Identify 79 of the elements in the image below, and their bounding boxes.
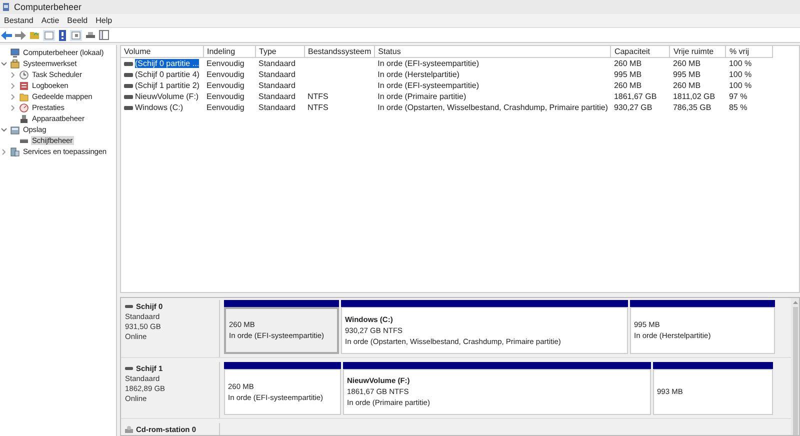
- table-cell: 260 MB: [614, 59, 642, 68]
- table-cell: 97 %: [728, 92, 748, 101]
- volume-name[interactable]: (Schijf 1 partitie 2): [135, 81, 200, 90]
- table-cell: In orde (EFI-systeempartitie): [378, 81, 480, 90]
- table-cell: 1811,02 GB: [672, 92, 716, 101]
- table-cell: 260 MB: [614, 81, 642, 90]
- table-cell: Standaard: [258, 92, 296, 101]
- menu-item[interactable]: Beeld: [63, 16, 92, 25]
- table-cell: 995 MB: [614, 70, 642, 79]
- table-cell: 1861,67 GB: [614, 92, 657, 101]
- back-arrow-icon[interactable]: [1, 30, 12, 40]
- table-cell: NTFS: [308, 92, 328, 101]
- table-cell: 995 MB: [672, 70, 701, 79]
- disk-drive-icon[interactable]: [85, 30, 96, 40]
- column-header[interactable]: Capaciteit: [610, 46, 670, 58]
- window-icon[interactable]: [99, 30, 109, 40]
- computer-icon: [10, 48, 20, 58]
- device-icon: [19, 114, 29, 124]
- help-icon[interactable]: [58, 30, 67, 40]
- table-cell: NTFS: [308, 103, 328, 112]
- menu-item[interactable]: Actie: [37, 16, 64, 25]
- table-cell: 260 MB: [672, 59, 701, 68]
- volume-name[interactable]: (Schijf 0 partitie ...: [135, 59, 200, 68]
- scroll-up-arrow-icon[interactable]: [792, 301, 798, 304]
- folder-icon: [19, 92, 29, 102]
- collapsed-chevron-icon[interactable]: [11, 72, 15, 78]
- forward-arrow-icon[interactable]: [15, 30, 26, 40]
- table-cell: 260 MB: [672, 81, 701, 90]
- table-cell: In orde (Opstarten, Wisselbestand, Crashdump, Primaire partitie): [378, 103, 608, 112]
- storage-icon: [10, 124, 20, 134]
- table-cell: Eenvoudig: [206, 92, 244, 101]
- column-header[interactable]: % vrij: [726, 46, 773, 58]
- services-icon: [10, 146, 20, 156]
- up-folder-icon[interactable]: [29, 30, 40, 40]
- table-cell: 930,27 GB: [614, 103, 652, 112]
- gauge-icon: [19, 102, 29, 112]
- table-cell: Standaard: [258, 59, 296, 68]
- table-cell: Eenvoudig: [206, 81, 244, 90]
- volume-name[interactable]: Windows (C:): [135, 103, 184, 112]
- menu-item[interactable]: Bestand: [0, 16, 38, 25]
- collapsed-chevron-icon[interactable]: [11, 94, 15, 100]
- column-header[interactable]: Volume: [121, 46, 204, 58]
- scrollbar[interactable]: [791, 298, 799, 435]
- volume-name[interactable]: NieuwVolume (F:): [135, 92, 199, 101]
- disk-drive-icon: [125, 366, 133, 370]
- table-cell: Eenvoudig: [206, 59, 244, 68]
- pane-icon[interactable]: [70, 30, 82, 40]
- app-icon: [2, 2, 11, 12]
- clock-icon: [19, 70, 29, 80]
- cd-drive-icon: [125, 426, 133, 433]
- volume-name[interactable]: (Schijf 0 partitie 4): [135, 70, 200, 79]
- menu-item[interactable]: Help: [92, 16, 116, 25]
- table-cell: Eenvoudig: [206, 70, 244, 79]
- table-cell: 100 %: [728, 81, 752, 90]
- column-header[interactable]: Indeling: [204, 46, 256, 58]
- table-cell: In orde (Primaire partitie): [378, 92, 466, 101]
- expanded-chevron-icon[interactable]: [1, 128, 7, 132]
- table-cell: 786,35 GB: [672, 103, 712, 112]
- table-cell: In orde (EFI-systeempartitie): [378, 59, 480, 68]
- collapsed-chevron-icon[interactable]: [11, 82, 15, 88]
- table-cell: Eenvoudig: [206, 103, 244, 112]
- table-cell: 100 %: [728, 59, 752, 68]
- collapsed-chevron-icon[interactable]: [2, 148, 6, 154]
- window-title: Computerbeheer: [14, 2, 82, 12]
- disk-drive-icon: [125, 305, 133, 308]
- log-icon: [19, 80, 29, 90]
- collapsed-chevron-icon[interactable]: [11, 104, 15, 110]
- table-cell: 85 %: [728, 103, 748, 112]
- table-cell: In orde (Herstelpartitie): [378, 70, 460, 79]
- table-cell: Standaard: [258, 70, 296, 79]
- expanded-chevron-icon[interactable]: [1, 62, 7, 66]
- column-header[interactable]: Bestandssysteem: [304, 46, 375, 58]
- table-cell: Standaard: [258, 81, 296, 90]
- column-header[interactable]: Status: [374, 46, 611, 58]
- table-cell: 100 %: [728, 70, 752, 79]
- column-header[interactable]: Type: [256, 46, 304, 58]
- column-header[interactable]: Vrije ruimte: [670, 46, 726, 58]
- toolbox-icon: [10, 58, 20, 68]
- table-cell: Standaard: [258, 103, 296, 112]
